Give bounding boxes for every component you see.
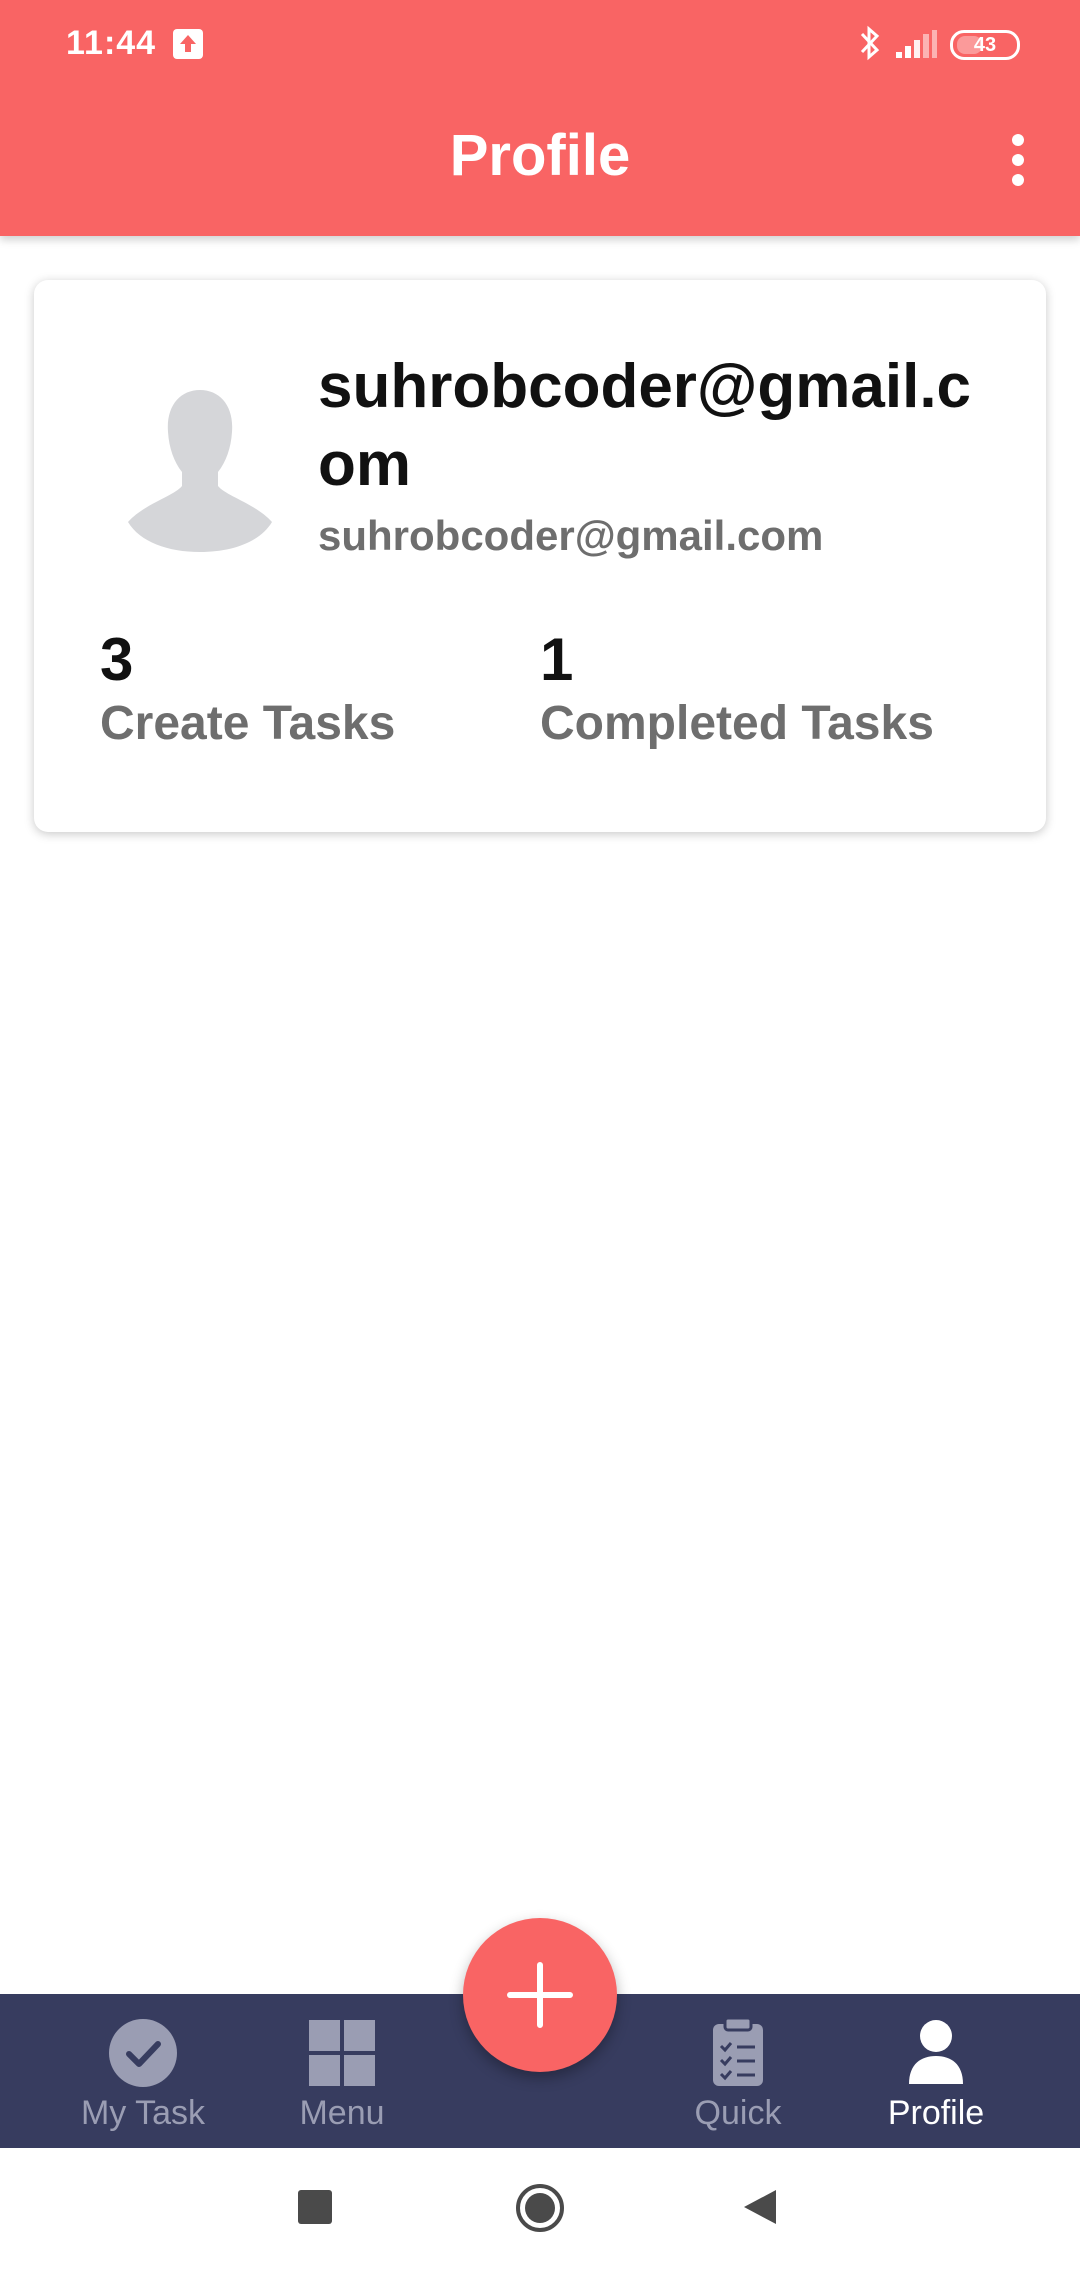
stat-completed-tasks: 1 Completed Tasks	[540, 628, 934, 751]
stat-count: 1	[540, 626, 574, 693]
person-silhouette-icon	[128, 390, 272, 552]
stat-label: Create Tasks	[100, 697, 396, 750]
check-circle-icon	[109, 2019, 177, 2087]
stat-count: 3	[100, 626, 134, 693]
nav-label: Quick	[694, 2094, 782, 2132]
add-task-button[interactable]	[463, 1918, 617, 2072]
status-time: 11:44	[66, 24, 157, 62]
system-nav-bar	[0, 2148, 1080, 2280]
more-vert-icon[interactable]	[1006, 132, 1030, 188]
stat-label: Completed Tasks	[540, 697, 934, 750]
stat-created-tasks: 3 Create Tasks	[100, 628, 395, 751]
nav-label: Menu	[299, 2094, 385, 2132]
upload-icon	[173, 29, 203, 59]
back-triangle-icon[interactable]	[742, 2188, 778, 2226]
plus-icon	[507, 1962, 573, 2028]
profile-screen: 11:44 43 Profile suhrobcoder@gmail.com s…	[0, 0, 1080, 2280]
clipboard-list-icon	[713, 2018, 763, 2086]
nav-item-menu[interactable]: Menu	[242, 1994, 442, 2148]
nav-item-profile[interactable]: Profile	[836, 1994, 1036, 2148]
page-title: Profile	[449, 123, 631, 188]
nav-item-quick[interactable]: Quick	[638, 1994, 838, 2148]
recents-square-icon[interactable]	[296, 2188, 334, 2226]
signal-icon	[896, 30, 937, 58]
grid-icon	[309, 2020, 375, 2086]
nav-label: Profile	[887, 2094, 985, 2132]
user-email: suhrobcoder@gmail.com	[318, 512, 824, 559]
home-circle-icon[interactable]	[514, 2182, 566, 2234]
nav-label: My Task	[80, 2094, 206, 2132]
nav-item-my-task[interactable]: My Task	[43, 1994, 243, 2148]
bluetooth-icon	[860, 25, 880, 61]
battery-level: 43	[973, 33, 997, 56]
user-display-name: suhrobcoder@gmail.com	[318, 352, 972, 499]
person-icon	[909, 2020, 963, 2084]
battery-icon: 43	[950, 30, 1020, 60]
app-bar: 11:44 43 Profile	[0, 0, 1080, 236]
profile-card: suhrobcoder@gmail.com suhrobcoder@gmail.…	[34, 280, 1046, 832]
